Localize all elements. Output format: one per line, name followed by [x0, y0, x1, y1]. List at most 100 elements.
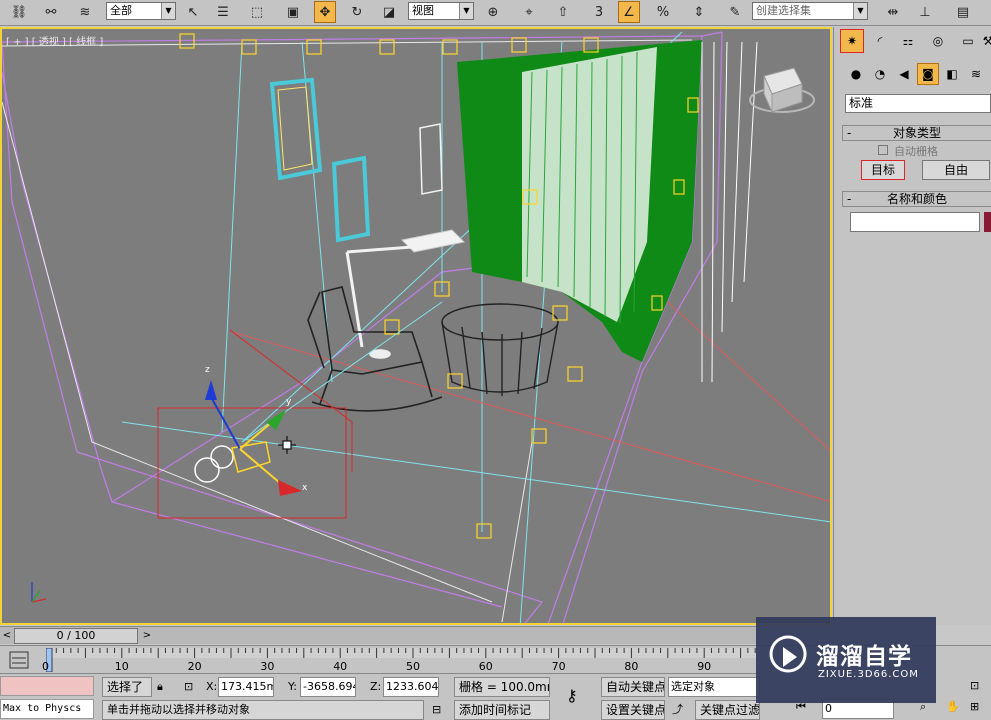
- frame-tick-label: 50: [406, 660, 420, 673]
- object-type-title: 对象类型: [892, 126, 941, 140]
- frame-ruler[interactable]: 0 10 20 30 40 50 60 70 80 90: [42, 648, 760, 673]
- category-dropdown[interactable]: 标准: [845, 94, 991, 113]
- add-time-tag-button[interactable]: 添加时间标记: [454, 700, 550, 720]
- gizmo-y-label: y: [286, 397, 292, 407]
- percent-snap-icon[interactable]: %: [652, 1, 674, 23]
- axis-tripod: [31, 582, 47, 603]
- lock-icon[interactable]: 🔒︎: [157, 677, 163, 697]
- key-curve-icon[interactable]: ⤴: [672, 700, 683, 720]
- maxscript-listener-output[interactable]: [0, 676, 94, 696]
- set-key-button[interactable]: 设置关键点: [601, 700, 665, 720]
- key-icon[interactable]: ⚷: [566, 686, 578, 706]
- reference-coord-dropdown[interactable]: 视图 ▼: [408, 2, 474, 20]
- target-camera-button[interactable]: 目标: [861, 160, 905, 180]
- window-crossing-icon[interactable]: ▣: [282, 1, 304, 23]
- select-scale-icon[interactable]: ◪: [378, 1, 400, 23]
- spacewarps-icon[interactable]: ≋: [965, 63, 987, 85]
- unlink-icon[interactable]: ⚯: [40, 1, 62, 23]
- hierarchy-tab-icon[interactable]: ⚏: [896, 29, 920, 53]
- align-icon[interactable]: ⊥: [914, 1, 936, 23]
- maxscript-mini-listener[interactable]: Max to Physcs: [0, 699, 94, 719]
- time-prev-button[interactable]: <: [0, 628, 14, 644]
- gizmo-z-label: z: [205, 365, 210, 375]
- display-tab-icon[interactable]: ▭: [956, 29, 980, 53]
- select-rotate-icon[interactable]: ↻: [346, 1, 368, 23]
- chevron-down-icon: ▼: [853, 3, 867, 19]
- collapse-icon: -: [847, 126, 852, 140]
- spinner-snap-icon[interactable]: ⇕: [688, 1, 710, 23]
- z-coordinate-field[interactable]: 1233.604r: [383, 677, 439, 697]
- snap-toggle-icon[interactable]: 3: [588, 1, 610, 23]
- cameras-icon[interactable]: ◙: [917, 63, 939, 85]
- helpers-icon[interactable]: ◧: [941, 63, 963, 85]
- free-camera-button[interactable]: 自由: [922, 160, 990, 180]
- angle-snap-icon[interactable]: ∠: [618, 1, 640, 23]
- motion-tab-icon[interactable]: ◎: [926, 29, 950, 53]
- object-type-rollout[interactable]: - 对象类型: [842, 125, 991, 141]
- geometry-icon[interactable]: ●: [845, 63, 867, 85]
- pan-icon[interactable]: ✋: [946, 697, 960, 717]
- absolute-mode-icon[interactable]: ⊡: [184, 677, 193, 697]
- main-toolbar: ⛓ ⚯ ≋ 全部 ▼ ↖ ☰ ⬚ ▣ ✥ ↻ ◪ 视图 ▼ ⊕ ⌖ ⇧ 3 ∠ …: [0, 0, 991, 26]
- auto-grid-checkbox[interactable]: [878, 145, 888, 155]
- select-object-icon[interactable]: ↖: [182, 1, 204, 23]
- zoom-extents-icon[interactable]: ⊡: [970, 676, 979, 696]
- auto-key-button[interactable]: 自动关键点: [601, 677, 665, 697]
- curve-editor-icon[interactable]: [8, 650, 30, 670]
- layer-manager-icon[interactable]: ▤: [952, 1, 974, 23]
- y-label: Y:: [288, 680, 297, 693]
- manipulate-icon[interactable]: ⌖: [518, 1, 540, 23]
- x-coordinate-field[interactable]: 173.415mr: [218, 677, 274, 697]
- bind-spacewarp-icon[interactable]: ≋: [74, 1, 96, 23]
- select-move-icon[interactable]: ✥: [314, 1, 336, 23]
- reference-coord-value: 视图: [412, 4, 434, 17]
- time-tag-icon[interactable]: ⊟: [432, 700, 441, 720]
- perspective-viewport[interactable]: z x y [ + ] [ 透视] [线框]: [0, 27, 832, 625]
- object-color-swatch[interactable]: [984, 212, 991, 232]
- track-bar[interactable]: 0 10 20 30 40 50 60 70 80 90: [0, 645, 760, 673]
- frame-tick-label: 60: [478, 660, 493, 673]
- link-icon[interactable]: ⛓: [8, 1, 30, 23]
- selection-filter-dropdown[interactable]: 全部 ▼: [106, 2, 176, 20]
- time-next-button[interactable]: >: [140, 628, 154, 644]
- shapes-icon[interactable]: ◔: [869, 63, 891, 85]
- time-slider-thumb[interactable]: 0 / 100: [14, 628, 138, 644]
- snap-value: 3: [594, 4, 604, 20]
- frame-tick-label: 10: [114, 660, 129, 673]
- time-slider[interactable]: < 0 / 100 >: [0, 626, 760, 644]
- rect-selection-icon[interactable]: ⬚: [246, 1, 268, 23]
- edit-named-selection-icon[interactable]: ✎: [724, 1, 746, 23]
- frame-tick-label: 40: [333, 660, 348, 673]
- grid-size: 栅格 = 100.0mm: [454, 677, 550, 697]
- modify-tab-icon[interactable]: ◜: [868, 29, 892, 53]
- x-label: X:: [206, 680, 218, 693]
- mirror-icon[interactable]: ⇹: [882, 1, 904, 23]
- key-mode-dropdown[interactable]: 选定对象: [668, 677, 760, 697]
- status-bar: Max to Physcs 选择了 🔒︎ ⊡ X: 173.415mr Y: -…: [0, 673, 760, 720]
- key-filters-button[interactable]: 关键点过滤器...: [695, 700, 760, 720]
- selection-filter-value: 全部: [110, 4, 132, 17]
- utilities-tab-icon[interactable]: ⚒: [983, 29, 991, 53]
- name-color-rollout[interactable]: - 名称和颜色: [842, 191, 991, 207]
- object-name-field[interactable]: [850, 212, 980, 232]
- frame-tick-label: 0: [42, 660, 49, 673]
- frame-tick-label: 90: [697, 660, 712, 673]
- prompt-line: 单击并拖动以选择并移动对象: [102, 700, 424, 720]
- command-panel: ✷ ◜ ⚏ ◎ ▭ ⚒ ● ◔ ◀ ◙ ◧ ≋ 标准 - 对象类型 自动栅格 目…: [833, 27, 991, 625]
- viewport-label[interactable]: [ + ] [ 透视 ] [ 线框 ]: [6, 33, 103, 48]
- viewcube-icon: [749, 67, 815, 113]
- camera-object: [194, 301, 443, 483]
- named-selection-dropdown[interactable]: 创建选择集 ▼: [752, 2, 868, 20]
- create-tab-icon[interactable]: ✷: [840, 29, 864, 53]
- gizmo-x-label: x: [302, 483, 308, 493]
- keyboard-shortcut-icon[interactable]: ⇧: [552, 1, 574, 23]
- frame-tick-label: 30: [260, 660, 275, 673]
- y-coordinate-field[interactable]: -3658.694: [300, 677, 356, 697]
- pivot-center-icon[interactable]: ⊕: [482, 1, 504, 23]
- selection-count: 选择了: [102, 677, 152, 697]
- select-by-name-icon[interactable]: ☰: [212, 1, 234, 23]
- named-selection-value: 创建选择集: [756, 4, 811, 17]
- maximize-viewport-icon[interactable]: ⊞: [970, 697, 979, 717]
- lights-icon[interactable]: ◀: [893, 63, 915, 85]
- collapse-icon: -: [847, 192, 852, 206]
